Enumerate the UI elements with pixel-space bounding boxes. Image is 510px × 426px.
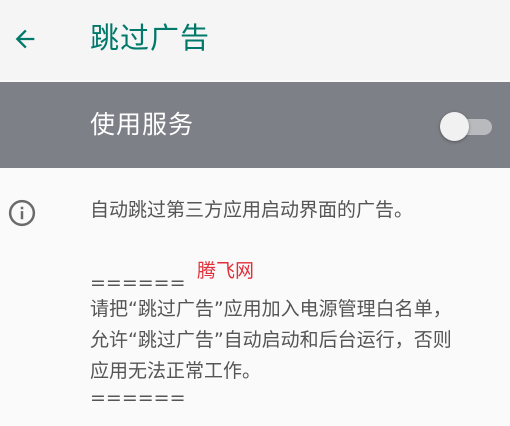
master-switch-bar[interactable]: 使用服务 bbox=[0, 82, 510, 168]
back-button[interactable] bbox=[8, 22, 42, 56]
note-separator-bottom: ====== bbox=[90, 387, 186, 409]
top-app-bar: 跳过广告 bbox=[0, 0, 510, 80]
note-line: 应用无法正常工作。 bbox=[90, 360, 262, 382]
arrow-left-icon bbox=[15, 29, 35, 49]
service-description: 自动跳过第三方应用启动界面的广告。 bbox=[90, 199, 414, 221]
note-line: 允许“跳过广告”自动启动和后台运行，否则 bbox=[90, 329, 452, 351]
note-line: 请把“跳过广告”应用加入电源管理白名单， bbox=[90, 298, 452, 320]
use-service-toggle[interactable] bbox=[440, 112, 492, 141]
info-icon bbox=[8, 199, 36, 227]
toggle-thumb bbox=[440, 112, 469, 141]
app-screen: 跳过广告 使用服务 自动跳过第三方应用启动界面的广告。 腾飞网 ====== 请… bbox=[0, 0, 510, 426]
whitelist-notes: ====== 请把“跳过广告”应用加入电源管理白名单， 允许“跳过广告”自动启动… bbox=[90, 272, 505, 409]
note-separator-top: ====== bbox=[90, 272, 186, 294]
page-title: 跳过广告 bbox=[90, 21, 211, 55]
use-service-label: 使用服务 bbox=[90, 110, 195, 139]
